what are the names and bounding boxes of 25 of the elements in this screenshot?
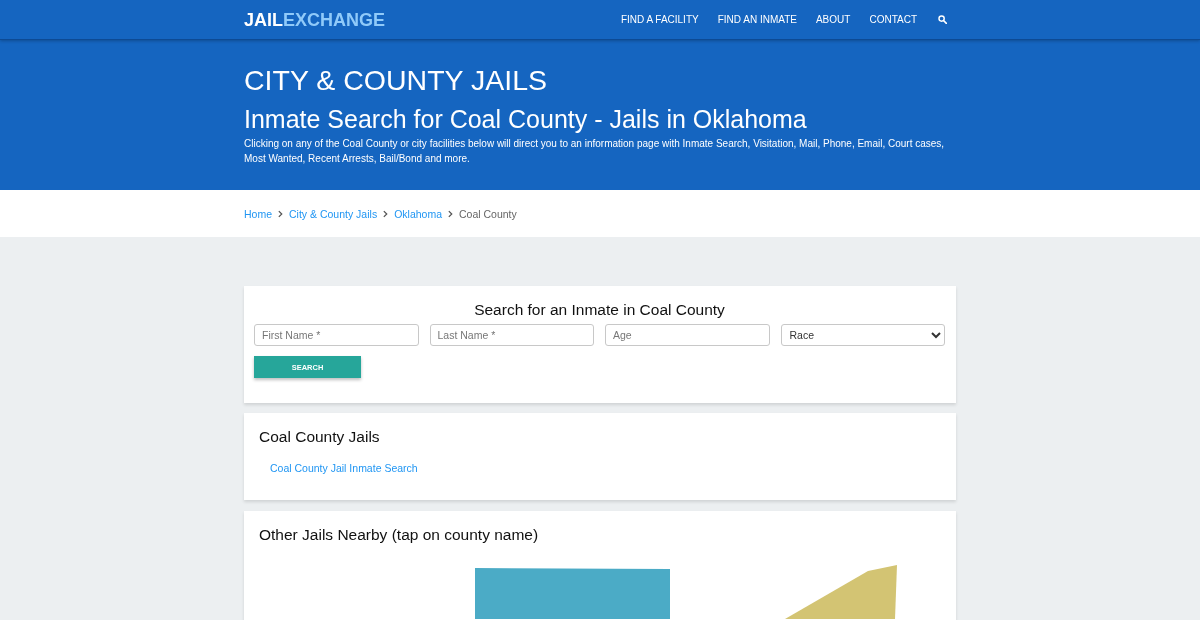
section-title: Other Jails Nearby (tap on county name) [259, 525, 540, 545]
nav-link[interactable]: FIND A FACILITY [620, 12, 699, 27]
input-field[interactable]: First Name * [254, 324, 419, 346]
site-logo[interactable]: JAILEXCHANGE [244, 10, 386, 30]
nav-link[interactable]: CONTACT [869, 12, 917, 27]
nav-link[interactable]: ABOUT [815, 12, 851, 27]
search-icon[interactable] [938, 15, 947, 24]
page-title: CITY & COUNTY JAILS [244, 63, 549, 97]
input-field[interactable]: Last Name * [429, 324, 594, 346]
input-field[interactable]: Age [605, 324, 770, 346]
breadcrumb-link[interactable]: City & County Jails [289, 207, 378, 220]
breadcrumb-link[interactable]: Oklahoma [394, 207, 442, 220]
breadcrumb-link[interactable]: Home [244, 207, 272, 220]
chevron-icon [278, 209, 283, 218]
chevron-icon [448, 209, 453, 218]
breadcrumb-current: Coal County [459, 207, 517, 220]
search-title: Search for an Inmate in Coal County [473, 300, 726, 320]
nav-link[interactable]: FIND AN INMATE [717, 12, 797, 27]
county-map[interactable] [475, 565, 897, 619]
section-title: Coal County Jails [259, 427, 380, 447]
jail-link[interactable]: Coal County Jail Inmate Search [270, 461, 418, 475]
intro-text: Clicking on any of the Coal County or city facilities below will direct you to an information page with Inmate Search, Visitation, Mail, Phone, Email, Court cases, Most Wanted, Recent Arrests, Bail/Bond and more. [244, 137, 946, 166]
page-subtitle: Inmate Search for Coal County - Jails in Oklahoma [244, 104, 808, 134]
chevron-icon [383, 209, 389, 218]
race-select[interactable]: Race [780, 324, 945, 346]
